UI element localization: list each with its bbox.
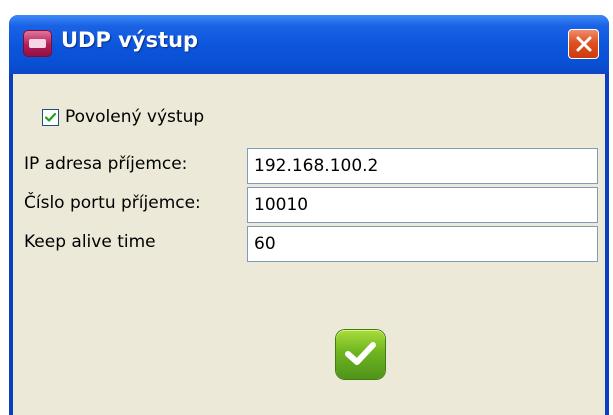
port-row: Číslo portu příjemce: 10010 [13,187,605,223]
dialog-window: UDP výstup Povolený výstup IP adresa pří… [9,15,609,415]
keep-alive-row: Keep alive time 60 [13,226,605,262]
app-icon [23,30,52,57]
ip-address-input[interactable]: 192.168.100.2 [247,148,598,184]
ip-address-label: IP adresa příjemce: [24,154,188,174]
keep-alive-label: Keep alive time [24,232,156,252]
window-title: UDP výstup [61,28,199,52]
enable-output-checkbox[interactable] [42,108,59,126]
keep-alive-input[interactable]: 60 [247,226,598,262]
checkmark-icon [345,342,376,365]
enable-output-row: Povolený výstup [42,105,204,129]
ok-button[interactable] [336,330,385,379]
close-button[interactable] [568,29,599,59]
port-label: Číslo portu příjemce: [24,193,201,213]
title-bar[interactable]: UDP výstup [9,15,609,74]
dialog-content: Povolený výstup IP adresa příjemce: 192.… [13,74,605,415]
close-icon [576,36,592,52]
port-input[interactable]: 10010 [247,187,598,223]
enable-output-label: Povolený výstup [65,107,205,127]
ip-address-row: IP adresa příjemce: 192.168.100.2 [13,148,605,184]
checkmark-icon [44,112,57,122]
